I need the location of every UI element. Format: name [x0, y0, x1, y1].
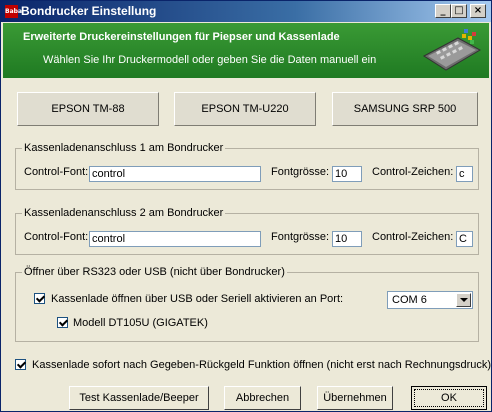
- fontsize-2-input[interactable]: 10: [332, 231, 362, 247]
- banner-title: Erweiterte Druckereinstellungen für Piep…: [23, 31, 340, 43]
- test-drawer-button[interactable]: Test Kassenlade/Beeper: [69, 386, 209, 410]
- open-after-change-label: Kassenlade sofort nach Gegeben-Rückgeld …: [32, 359, 492, 371]
- window-title: Bondrucker Einstellung: [21, 4, 157, 18]
- cash-register-keyboard-icon: [423, 29, 482, 71]
- printer-settings-window: Baba Bondrucker Einstellung _ □ × Erweit…: [0, 0, 492, 412]
- minimize-button[interactable]: _: [435, 4, 451, 18]
- fontsize-1-label: Fontgrösse:: [271, 166, 330, 178]
- model-dt105u-label: Modell DT105U (GIGATEK): [73, 317, 208, 329]
- close-button[interactable]: ×: [470, 4, 486, 18]
- control-font-1-label: Control-Font:: [24, 166, 89, 178]
- open-after-change-checkbox[interactable]: [15, 359, 26, 370]
- port-select-value: COM 6: [392, 294, 427, 306]
- control-font-2-label: Control-Font:: [24, 231, 89, 243]
- fontsize-1-input[interactable]: 10: [332, 166, 362, 182]
- ok-button[interactable]: OK: [411, 386, 487, 410]
- usb-serial-checkbox[interactable]: [34, 293, 45, 304]
- control-char-2-input[interactable]: C: [456, 231, 473, 247]
- cancel-button[interactable]: Abbrechen: [224, 386, 301, 410]
- chevron-down-icon[interactable]: [456, 293, 471, 307]
- preset-epson-tmu220-button[interactable]: EPSON TM-U220: [174, 92, 316, 126]
- fontsize-2-label: Fontgrösse:: [271, 231, 330, 243]
- model-dt105u-checkbox[interactable]: [57, 317, 68, 328]
- header-banner: Erweiterte Druckereinstellungen für Piep…: [3, 23, 489, 78]
- control-char-1-label: Control-Zeichen:: [372, 166, 454, 178]
- control-char-1-input[interactable]: c: [456, 166, 473, 182]
- title-bar[interactable]: Baba Bondrucker Einstellung _ □ ×: [1, 1, 491, 22]
- port-select[interactable]: COM 6: [387, 291, 473, 309]
- control-font-2-input[interactable]: control: [89, 231, 261, 247]
- usb-serial-label: Kassenlade öffnen über USB oder Seriell …: [51, 293, 344, 305]
- control-font-1-input[interactable]: control: [89, 166, 261, 182]
- apply-button[interactable]: Übernehmen: [317, 386, 393, 410]
- maximize-button[interactable]: □: [451, 4, 467, 18]
- control-char-2-label: Control-Zeichen:: [372, 231, 454, 243]
- app-logo-icon: Baba: [5, 5, 22, 18]
- group-1-legend: Kassenladenanschluss 1 am Bondrucker: [22, 142, 226, 154]
- preset-samsung-srp500-button[interactable]: SAMSUNG SRP 500: [332, 92, 478, 126]
- preset-epson-tm88-button[interactable]: EPSON TM-88: [17, 92, 159, 126]
- banner-subtitle: Wählen Sie Ihr Druckermodell oder geben …: [43, 54, 377, 66]
- group-2-legend: Kassenladenanschluss 2 am Bondrucker: [22, 207, 226, 219]
- group-3-legend: Öffner über RS323 oder USB (nicht über B…: [22, 266, 287, 278]
